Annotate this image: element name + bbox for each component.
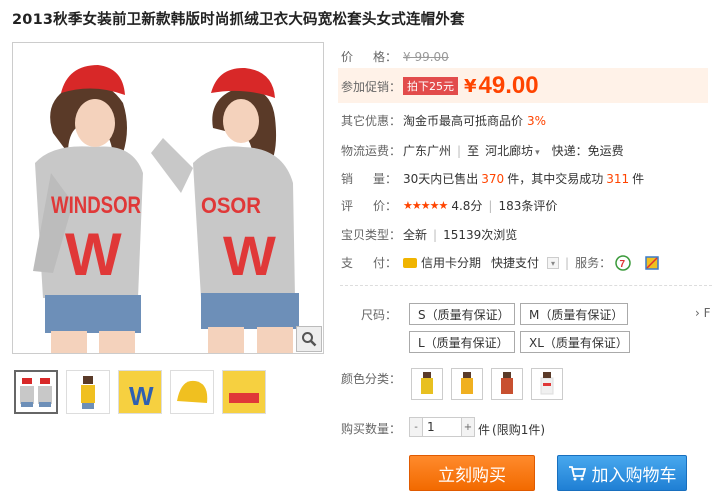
svg-text:7: 7 [620, 259, 626, 270]
quantity-stepper: - + [409, 417, 475, 437]
color-label: 颜色分类： [341, 372, 402, 386]
size-label: 尺码： [360, 308, 397, 322]
zoom-button[interactable] [296, 326, 322, 352]
promo-label: 参加促销： [341, 79, 402, 94]
express-fee: 快递：免运费 [551, 144, 624, 158]
quantity-decrease-button[interactable]: - [410, 418, 422, 436]
condition-row: 宝贝类型： 全新 | 15139次浏览 [341, 227, 518, 243]
currency-symbol: ¥ [464, 75, 477, 97]
discount-label: 其它优惠： [341, 114, 402, 128]
color-swatch-1[interactable] [411, 368, 443, 400]
shipping-label: 物流运费： [341, 144, 402, 158]
rating-row: 评价： ★★★★★ 4.8分 | 183条评价 [341, 197, 558, 214]
price-label: 价格： [341, 50, 397, 64]
condition-label: 宝贝类型： [341, 228, 402, 242]
original-price: ¥ 99.00 [403, 49, 449, 64]
add-to-cart-label: 加入购物车 [591, 465, 677, 486]
color-swatch-3[interactable] [491, 368, 523, 400]
thumbnail-4[interactable] [170, 370, 214, 414]
size-option-s[interactable]: S（质量有保证） [409, 303, 515, 325]
discount-text: 淘金币最高可抵商品价 [403, 114, 524, 128]
section-divider [340, 285, 712, 286]
svg-text:OSOR: OSOR [201, 193, 261, 218]
size-label-row: 尺码： [341, 306, 397, 323]
ship-to-select[interactable]: 河北廊坊 ▾ [485, 142, 540, 159]
review-count-link[interactable]: 183条评价 [498, 197, 557, 214]
size-option-xl[interactable]: XL（质量有保证） [520, 331, 630, 353]
view-count: 15139次浏览 [443, 228, 518, 242]
price-row: 价格： ¥ 99.00 [341, 48, 449, 65]
seven-day-return-icon[interactable]: 7 [615, 254, 631, 271]
discount-percent: 3% [527, 113, 547, 128]
promo-tag: 拍下25元 [403, 77, 458, 95]
quantity-input[interactable] [422, 418, 462, 436]
product-title: 2013秋季女装前卫新款韩版时尚抓绒卫衣大码宽松套头女式连帽外套 [12, 12, 465, 28]
promo-price: 49.00 [478, 72, 539, 99]
buy-now-button[interactable]: 立刻购买 [409, 455, 535, 491]
chevron-down-icon: ▾ [535, 148, 540, 158]
thumbnail-3[interactable]: W [118, 370, 162, 414]
size-option-m[interactable]: M（质量有保证） [520, 303, 628, 325]
size-option-l[interactable]: L（质量有保证） [409, 331, 515, 353]
thumbnail-2[interactable] [66, 370, 110, 414]
payment-row: 支付： 信用卡分期 快捷支付 ▾ | 服务： 7 [341, 254, 659, 271]
svg-text:W: W [129, 381, 154, 411]
ship-from: 广东广州 [403, 144, 452, 158]
product-photo: WINDSOR W OSOR W [13, 43, 323, 353]
quantity-increase-button[interactable]: + [462, 418, 474, 436]
payment-label: 支付： [341, 256, 397, 270]
thumbnail-strip: W [14, 370, 266, 414]
shipping-row: 物流运费： 广东广州 | 至 河北廊坊 ▾ 快递：免运费 [341, 142, 624, 159]
size-more-link[interactable]: › F [695, 306, 711, 320]
cart-icon [568, 466, 586, 481]
rating-stars-icon: ★★★★★ [403, 199, 448, 212]
add-to-cart-button[interactable]: 加入购物车 [557, 455, 687, 491]
success-count: 311 [606, 171, 630, 186]
credit-card-icon [403, 257, 417, 268]
quick-pay-link[interactable]: 快捷支付 [491, 254, 539, 271]
main-product-image[interactable]: WINDSOR W OSOR W [12, 42, 324, 354]
service-label: 服务： [575, 256, 612, 270]
color-label-row: 颜色分类： [341, 370, 403, 387]
sales-label: 销量： [341, 172, 397, 186]
quantity-limit: (限购1件) [492, 423, 546, 437]
hoodie-print-text: WINDSOR [51, 192, 141, 219]
quantity-label-row: 购买数量： [341, 420, 403, 437]
ship-to-label: 至 [467, 144, 480, 158]
color-swatch-2[interactable] [451, 368, 483, 400]
guarantee-icon[interactable] [645, 255, 659, 270]
color-swatch-4[interactable] [531, 368, 563, 400]
quantity-label: 购买数量： [341, 422, 402, 436]
promo-row: 参加促销： 拍下25元 ¥ 49.00 [341, 72, 539, 100]
buy-now-label: 立刻购买 [438, 465, 506, 486]
credit-installment-link[interactable]: 信用卡分期 [421, 254, 481, 271]
magnifier-icon [302, 332, 317, 347]
discount-row: 其它优惠： 淘金币最高可抵商品价 3% [341, 112, 546, 129]
quantity-unit: 件 [478, 423, 491, 437]
thumbnail-1[interactable] [14, 370, 58, 414]
rating-label: 评价： [341, 199, 397, 213]
sold-count: 370 [481, 171, 505, 186]
payment-dropdown-icon[interactable]: ▾ [547, 256, 560, 269]
condition-value: 全新 [403, 228, 428, 242]
svg-text:W: W [223, 224, 276, 287]
quantity-unit-row: 件 (限购1件) [478, 421, 545, 438]
sales-row: 销量： 30天内已售出 370 件，其中交易成功 311 件 [341, 171, 645, 187]
thumbnail-5[interactable] [222, 370, 266, 414]
hoodie-print-letter: W [65, 221, 122, 288]
rating-score: 4.8分 [451, 199, 483, 213]
